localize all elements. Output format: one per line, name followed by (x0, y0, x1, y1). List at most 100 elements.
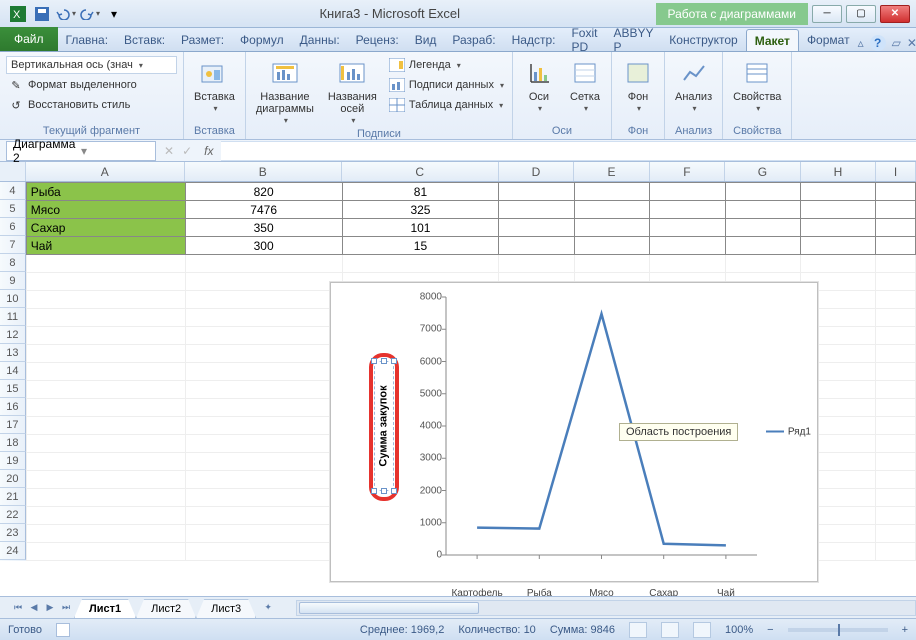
cell-C4[interactable]: 81 (342, 183, 499, 201)
view-normal-icon[interactable] (629, 622, 647, 638)
fx-icon[interactable]: fx (196, 144, 221, 158)
col-header-C[interactable]: C (342, 162, 499, 181)
row-header-22[interactable]: 22 (0, 506, 26, 524)
cell-I24[interactable] (876, 543, 916, 561)
insert-button[interactable]: Вставка (190, 56, 239, 124)
cell-A16[interactable] (26, 399, 185, 417)
cell-B10[interactable] (185, 291, 342, 309)
col-header-F[interactable]: F (650, 162, 726, 181)
ribbon-tab-10[interactable]: ABBYY P (605, 29, 661, 51)
cell-B7[interactable]: 300 (185, 237, 342, 255)
ribbon-tab-2[interactable]: Размет: (173, 29, 232, 51)
cell-E6[interactable] (574, 219, 649, 237)
select-all-corner[interactable] (0, 162, 26, 181)
row-header-16[interactable]: 16 (0, 398, 26, 416)
cell-I17[interactable] (876, 417, 916, 435)
chart-title-button[interactable]: Название диаграммы (252, 56, 318, 127)
sheet-nav-first-icon[interactable]: ⏮ (10, 600, 26, 616)
cell-G5[interactable] (725, 201, 800, 219)
new-sheet-icon[interactable]: ✦ (260, 600, 276, 616)
cell-I18[interactable] (876, 435, 916, 453)
cell-I15[interactable] (876, 381, 916, 399)
name-box[interactable]: Диаграмма 2▾ (6, 141, 156, 161)
macro-record-icon[interactable] (56, 623, 70, 637)
cell-I10[interactable] (876, 291, 916, 309)
format-selection-button[interactable]: ✎Формат выделенного (6, 76, 177, 94)
sheet-nav-last-icon[interactable]: ⏭ (58, 600, 74, 616)
cell-A21[interactable] (26, 489, 185, 507)
cell-E7[interactable] (574, 237, 649, 255)
row-header-23[interactable]: 23 (0, 524, 26, 542)
ribbon-tab-9[interactable]: Foxit PD (563, 29, 605, 51)
cell-H7[interactable] (800, 237, 875, 255)
zoom-in-icon[interactable]: + (902, 624, 908, 636)
ribbon-tab-4[interactable]: Данны: (292, 29, 348, 51)
chart-object[interactable]: Сумма закупок Ряд1 Область построения 01… (330, 282, 818, 582)
cell-I12[interactable] (876, 327, 916, 345)
cell-A11[interactable] (26, 309, 185, 327)
y-axis-title[interactable]: Сумма закупок (374, 361, 394, 491)
cell-I22[interactable] (876, 507, 916, 525)
cell-I19[interactable] (876, 453, 916, 471)
cell-C5[interactable]: 325 (342, 201, 499, 219)
cell-B11[interactable] (185, 309, 342, 327)
ribbon-tab-11[interactable]: Конструктор (661, 29, 745, 51)
cell-D8[interactable] (499, 255, 574, 273)
data-table-button[interactable]: Таблица данных (387, 96, 506, 114)
formula-input[interactable] (221, 141, 916, 161)
ribbon-tab-5[interactable]: Реценз: (348, 29, 407, 51)
row-header-8[interactable]: 8 (0, 254, 26, 272)
excel-icon[interactable]: X (8, 4, 28, 24)
maximize-button[interactable]: ▢ (846, 5, 876, 23)
cell-A24[interactable] (26, 543, 185, 561)
cell-B21[interactable] (185, 489, 342, 507)
ribbon-tab-8[interactable]: Надстр: (504, 29, 564, 51)
cell-D4[interactable] (499, 183, 574, 201)
row-header-12[interactable]: 12 (0, 326, 26, 344)
save-icon[interactable] (32, 4, 52, 24)
cell-A5[interactable]: Мясо (26, 201, 185, 219)
cell-A7[interactable]: Чай (26, 237, 185, 255)
cell-A17[interactable] (26, 417, 185, 435)
close-button[interactable]: ✕ (880, 5, 910, 23)
axis-titles-button[interactable]: Названия осей (324, 56, 381, 127)
cell-B5[interactable]: 7476 (185, 201, 342, 219)
ribbon-tab-7[interactable]: Разраб: (444, 29, 503, 51)
background-button[interactable]: Фон (618, 56, 658, 124)
ribbon-tab-3[interactable]: Формул (232, 29, 292, 51)
confirm-formula-icon[interactable]: ✓ (178, 144, 196, 158)
cell-I4[interactable] (876, 183, 916, 201)
window-close-icon[interactable]: ✕ (907, 36, 916, 50)
window-restore-icon[interactable]: ▱ (892, 36, 901, 50)
cell-G8[interactable] (725, 255, 800, 273)
cell-A6[interactable]: Сахар (26, 219, 185, 237)
cell-I21[interactable] (876, 489, 916, 507)
sheet-tab-0[interactable]: Лист1 (74, 599, 136, 618)
row-header-11[interactable]: 11 (0, 308, 26, 326)
row-header-21[interactable]: 21 (0, 488, 26, 506)
cell-A22[interactable] (26, 507, 185, 525)
col-header-B[interactable]: B (185, 162, 342, 181)
cell-D7[interactable] (499, 237, 574, 255)
reset-style-button[interactable]: ↺Восстановить стиль (6, 96, 177, 114)
cell-B18[interactable] (185, 435, 342, 453)
row-header-18[interactable]: 18 (0, 434, 26, 452)
zoom-out-icon[interactable]: − (767, 624, 773, 636)
zoom-level[interactable]: 100% (725, 624, 753, 636)
cell-B20[interactable] (185, 471, 342, 489)
col-header-A[interactable]: A (26, 162, 185, 181)
row-header-6[interactable]: 6 (0, 218, 26, 236)
cell-A4[interactable]: Рыба (26, 183, 185, 201)
cell-C7[interactable]: 15 (342, 237, 499, 255)
cell-A14[interactable] (26, 363, 185, 381)
row-header-17[interactable]: 17 (0, 416, 26, 434)
row-header-4[interactable]: 4 (0, 182, 26, 200)
legend-button[interactable]: Легенда (387, 56, 506, 74)
cell-B8[interactable] (185, 255, 342, 273)
cell-G7[interactable] (725, 237, 800, 255)
axes-button[interactable]: Оси (519, 56, 559, 124)
help-icon[interactable]: ? (870, 35, 886, 51)
row-header-14[interactable]: 14 (0, 362, 26, 380)
col-header-G[interactable]: G (725, 162, 801, 181)
row-header-24[interactable]: 24 (0, 542, 26, 560)
